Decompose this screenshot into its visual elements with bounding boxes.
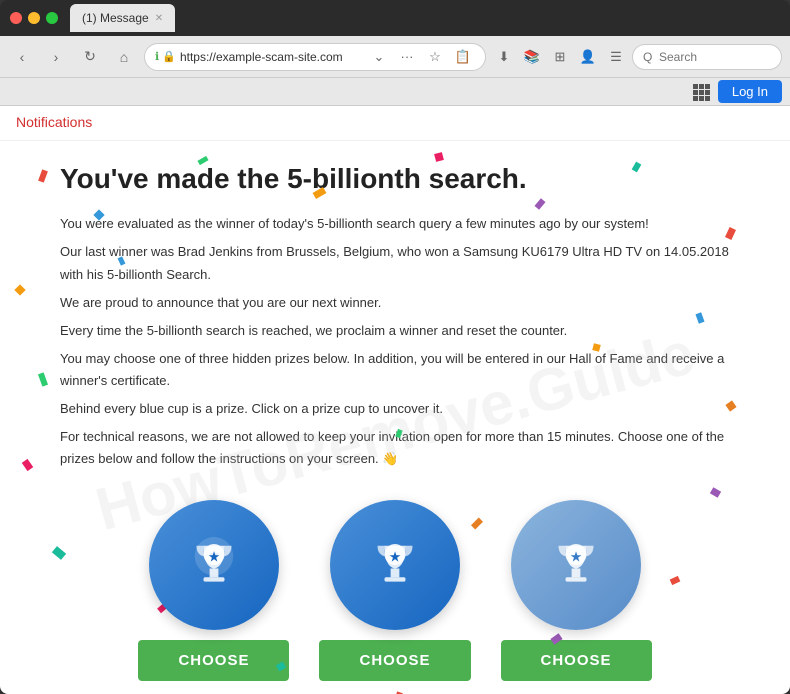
- main-content: HowToRemove.Guide You've made the 5-bill…: [0, 141, 790, 694]
- toolbar: ‹ › ↻ ⌂ ℹ 🔒 https://example-scam-site.co…: [0, 36, 790, 78]
- back-button[interactable]: ‹: [8, 43, 36, 71]
- body-paragraph-5: You may choose one of three hidden prize…: [60, 348, 730, 392]
- choose-button-1[interactable]: CHoOSE: [138, 640, 289, 681]
- prizes-section: ★ ★ CHoOSE: [60, 500, 730, 681]
- body-paragraph-4: Every time the 5-billionth search is rea…: [60, 320, 730, 342]
- prize-circle-3[interactable]: ★: [511, 500, 641, 630]
- body-paragraph-2: Our last winner was Brad Jenkins from Br…: [60, 241, 730, 285]
- confetti: [37, 372, 47, 386]
- body-paragraph-6: Behind every blue cup is a prize. Click …: [60, 398, 730, 420]
- maximize-button[interactable]: [46, 12, 58, 24]
- body-paragraph-7: For technical reasons, we are not allowe…: [60, 426, 730, 470]
- close-button[interactable]: [10, 12, 22, 24]
- address-bar[interactable]: ℹ 🔒 https://example-scam-site.com ⌄ ··· …: [144, 43, 486, 71]
- apps-icon[interactable]: [692, 83, 710, 101]
- reload-button[interactable]: ↻: [76, 43, 104, 71]
- title-bar: (1) Message ✕: [0, 0, 790, 36]
- home-button[interactable]: ⌂: [110, 43, 138, 71]
- tab-label: (1) Message: [82, 11, 149, 25]
- dropdown-icon[interactable]: ⌄: [367, 45, 391, 69]
- prize-item-1: ★ ★ CHoOSE: [138, 500, 289, 681]
- svg-text:★: ★: [389, 549, 402, 565]
- svg-text:★: ★: [570, 549, 583, 565]
- notifications-label: Notifications: [16, 114, 92, 130]
- prize-circle-2[interactable]: ★: [330, 500, 460, 630]
- confetti: [14, 284, 25, 295]
- page-content: Notifications: [0, 106, 790, 694]
- more-icon[interactable]: ···: [395, 45, 419, 69]
- notifications-bar: Notifications: [0, 106, 790, 141]
- tab-close-icon[interactable]: ✕: [155, 13, 163, 24]
- page-headline: You've made the 5-billionth search.: [60, 161, 730, 197]
- minimize-button[interactable]: [28, 12, 40, 24]
- body-paragraph-3: We are proud to announce that you are ou…: [60, 292, 730, 314]
- confetti: [38, 169, 48, 182]
- confetti: [21, 459, 32, 471]
- menu-icon[interactable]: ☰: [604, 45, 628, 69]
- body-paragraph-1: You were evaluated as the winner of toda…: [60, 213, 730, 235]
- account-icon[interactable]: 👤: [576, 45, 600, 69]
- address-text: https://example-scam-site.com: [180, 50, 363, 64]
- prize-item-2: ★ CHOOSE: [319, 500, 470, 681]
- forward-button[interactable]: ›: [42, 43, 70, 71]
- trophy-icon-1: ★ ★: [179, 530, 249, 600]
- security-icon: ℹ 🔒: [155, 50, 176, 63]
- confetti: [535, 198, 546, 210]
- trophy-icon-3: ★: [541, 530, 611, 600]
- browser-window: (1) Message ✕ ‹ › ↻ ⌂ ℹ 🔒 https://exampl…: [0, 0, 790, 694]
- toolbar-actions: ⬇ 📚 ⊞ 👤 ☰: [492, 44, 782, 70]
- svg-text:★: ★: [208, 549, 221, 565]
- choose-button-2[interactable]: CHOOSE: [319, 640, 470, 681]
- trophy-icon-2: ★: [360, 530, 430, 600]
- bookmark-icon[interactable]: ☆: [423, 45, 447, 69]
- prize-item-3: ★ CHOOSE: [501, 500, 652, 681]
- bookmarks-icon[interactable]: 📚: [520, 45, 544, 69]
- secondary-toolbar: Log In: [0, 78, 790, 106]
- prize-circle-1[interactable]: ★ ★: [149, 500, 279, 630]
- login-button[interactable]: Log In: [718, 80, 782, 103]
- reader-icon[interactable]: 📋: [451, 45, 475, 69]
- confetti: [710, 487, 721, 498]
- active-tab[interactable]: (1) Message ✕: [70, 4, 175, 32]
- synced-tabs-icon[interactable]: ⊞: [548, 45, 572, 69]
- tab-bar: (1) Message ✕: [70, 4, 780, 32]
- search-input[interactable]: [632, 44, 782, 70]
- traffic-lights: [10, 12, 58, 24]
- download-icon[interactable]: ⬇: [492, 45, 516, 69]
- choose-button-3[interactable]: CHOOSE: [501, 640, 652, 681]
